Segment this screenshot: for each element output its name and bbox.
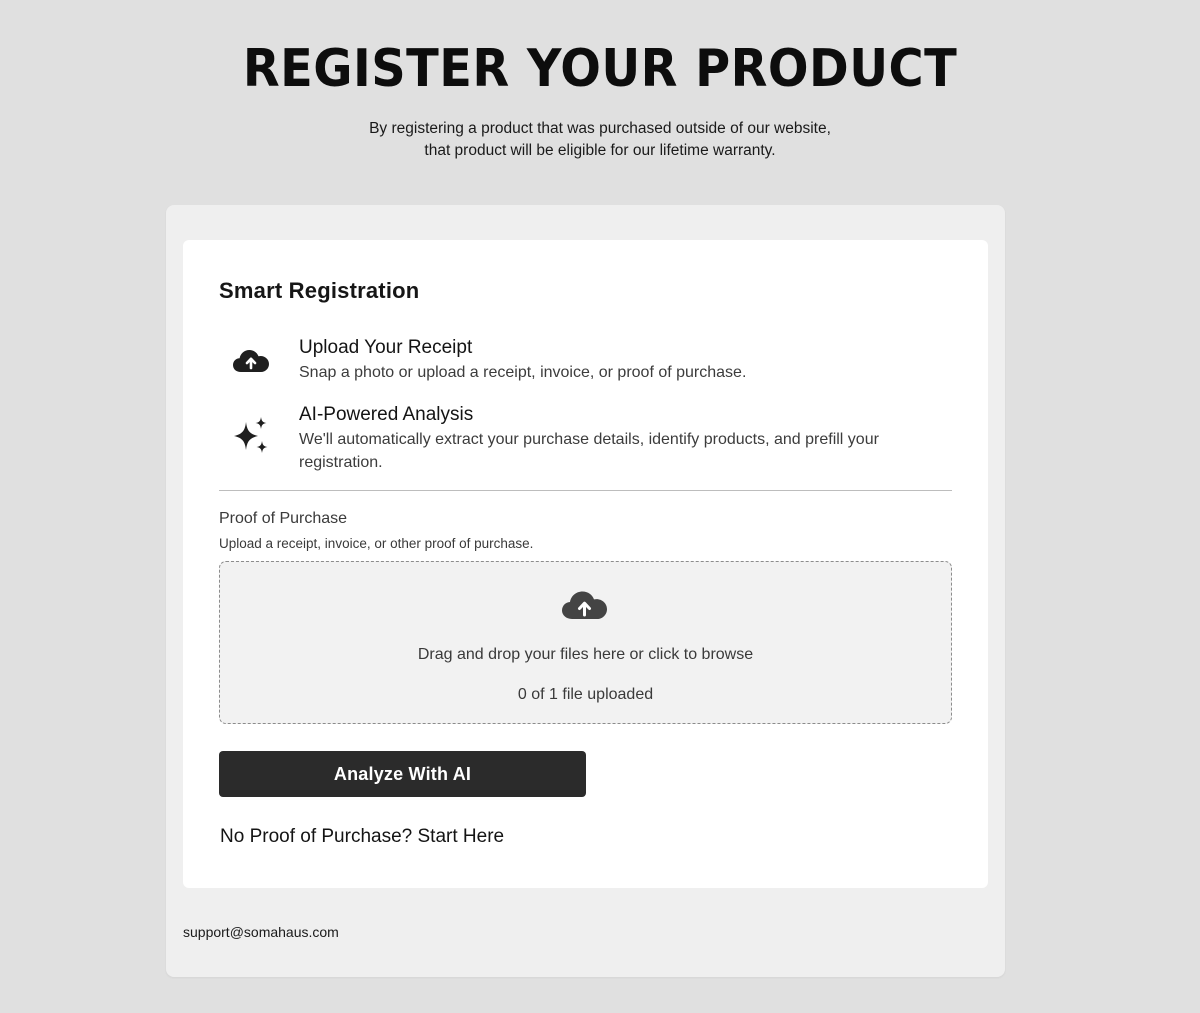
feature-description: Snap a photo or upload a receipt, invoic…	[299, 364, 747, 381]
feature-ai-analysis: AI-Powered Analysis We'll automatically …	[219, 403, 952, 475]
registration-page: REGISTER YOUR PRODUCT By registering a p…	[0, 0, 1200, 1013]
feature-description: We'll automatically extract your purchas…	[299, 431, 879, 471]
cloud-upload-icon	[560, 584, 610, 624]
proof-of-purchase-help: Upload a receipt, invoice, or other proo…	[219, 536, 534, 551]
dropzone-instructions: Drag and drop your files here or click t…	[417, 646, 754, 663]
smart-registration-panel: Smart Registration Upload Your Receipt S…	[183, 240, 988, 888]
upload-count: 0 of 1 file uploaded	[517, 686, 654, 703]
registration-card: Smart Registration Upload Your Receipt S…	[166, 205, 1005, 977]
feature-ai-text: AI-Powered Analysis We'll automatically …	[299, 403, 939, 474]
support-email[interactable]: support@somahaus.com	[183, 924, 339, 940]
subtitle-line-1: By registering a product that was purcha…	[369, 120, 831, 137]
file-dropzone[interactable]: Drag and drop your files here or click t…	[219, 561, 952, 724]
cloud-upload-icon	[229, 338, 273, 382]
feature-upload-text: Upload Your Receipt Snap a photo or uplo…	[299, 336, 939, 384]
feature-upload-receipt: Upload Your Receipt Snap a photo or uplo…	[219, 336, 952, 386]
feature-title: Upload Your Receipt	[299, 337, 473, 358]
page-subtitle: By registering a product that was purcha…	[300, 118, 900, 162]
feature-title: AI-Powered Analysis	[299, 404, 474, 425]
page-title: REGISTER YOUR PRODUCT	[242, 39, 958, 99]
section-divider	[219, 490, 952, 491]
proof-of-purchase-label: Proof of Purchase	[219, 510, 348, 527]
subtitle-line-2: that product will be eligible for our li…	[424, 142, 776, 159]
analyze-with-ai-button[interactable]: Analyze With AI	[219, 751, 586, 797]
no-proof-start-link[interactable]: No Proof of Purchase? Start Here	[220, 826, 504, 848]
sparkles-icon	[229, 414, 273, 458]
section-title: Smart Registration	[219, 278, 420, 303]
